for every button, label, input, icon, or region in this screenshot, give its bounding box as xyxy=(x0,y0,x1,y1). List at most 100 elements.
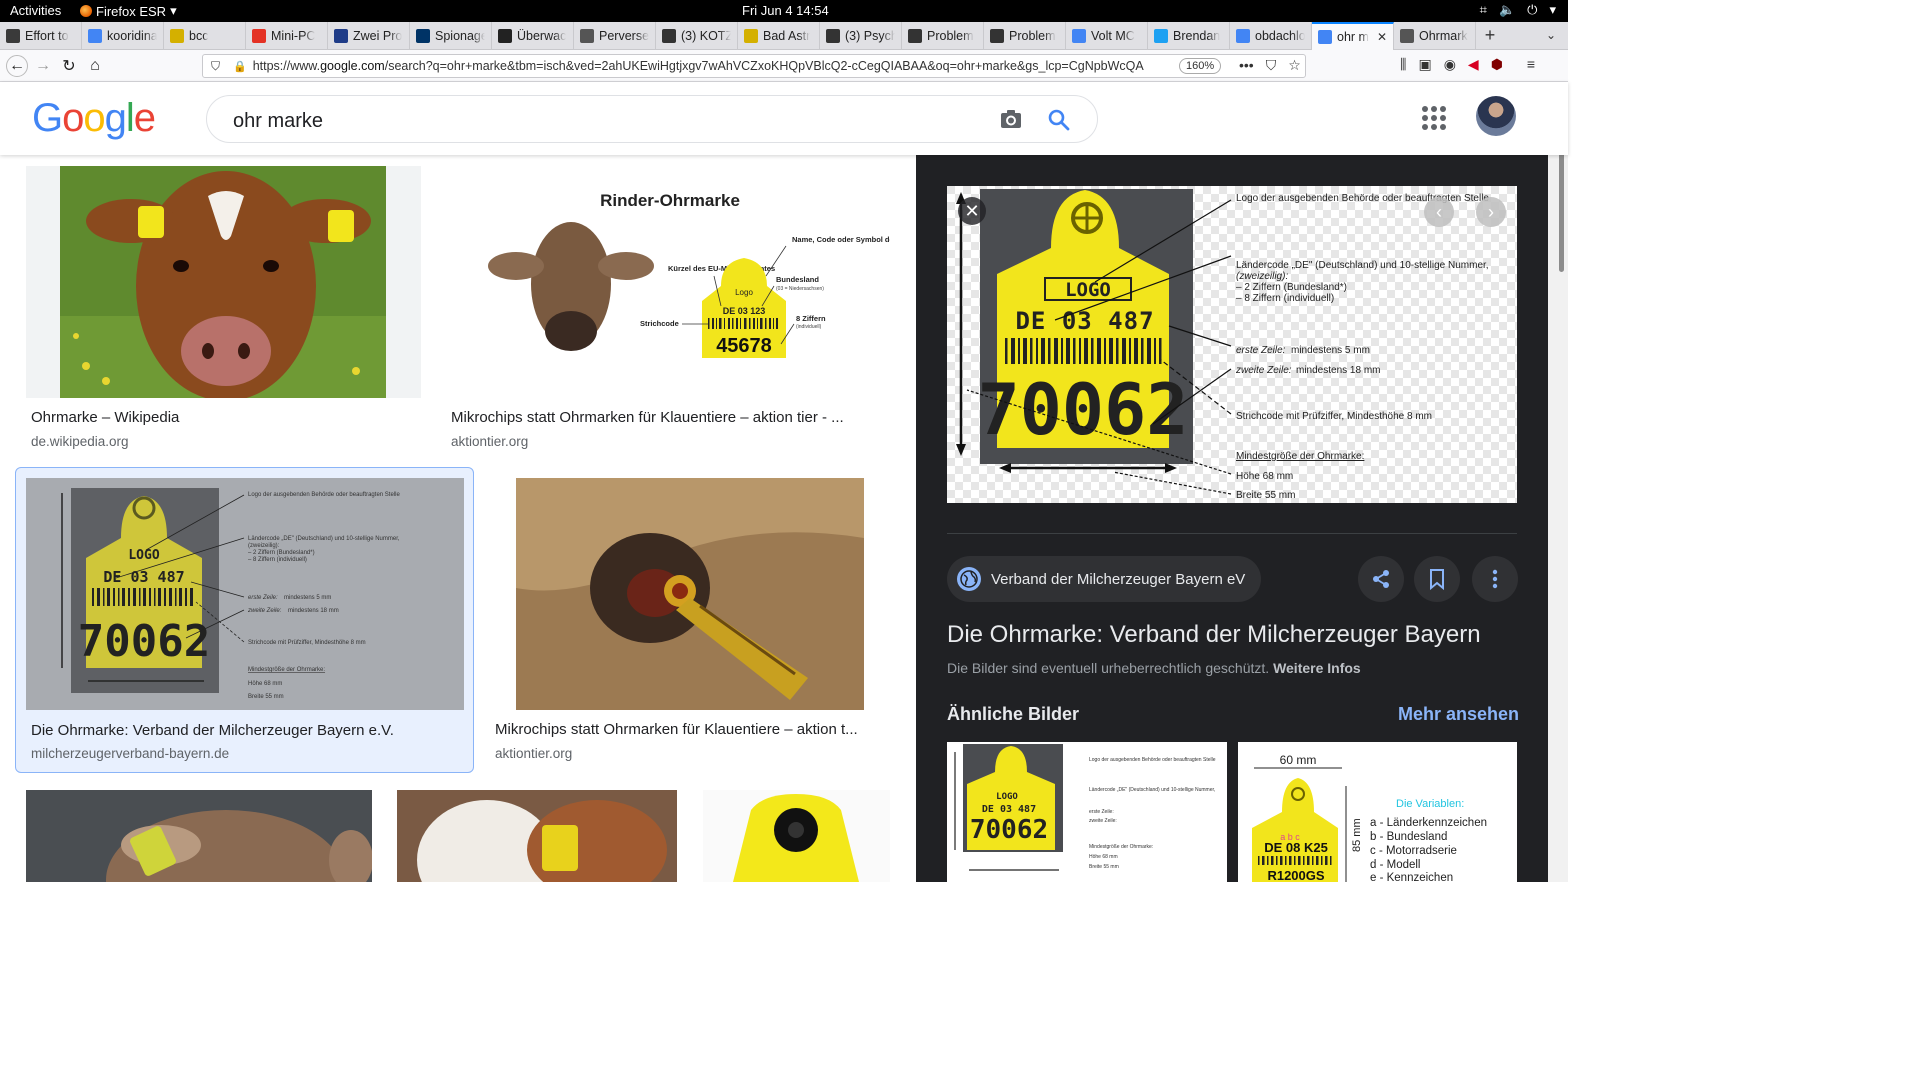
share-button[interactable] xyxy=(1358,556,1404,602)
svg-text:70062: 70062 xyxy=(78,616,210,667)
share-icon xyxy=(1373,570,1389,588)
tab-label: Mini-PC xyxy=(271,29,316,43)
tab-3[interactable]: Mini-PC xyxy=(246,22,328,50)
result-thumbnail[interactable]: LOGO DE 03 487 70062 Logo der ausgebende… xyxy=(26,478,464,710)
result-thumbnail[interactable] xyxy=(26,790,372,882)
close-tab-icon[interactable]: ✕ xyxy=(1377,30,1387,44)
source-site-link[interactable]: Verband der Milcherzeuger Bayern eV xyxy=(947,556,1262,602)
tab-label: kooridina xyxy=(107,29,157,43)
pocket-icon[interactable]: ⛉ xyxy=(1266,57,1277,74)
zoom-indicator[interactable]: 160% xyxy=(1179,58,1222,74)
tab-11[interactable]: Problem xyxy=(902,22,984,50)
preview-title[interactable]: Die Ohrmarke: Verband der Milcherzeuger … xyxy=(947,621,1481,649)
scrollbar-thumb[interactable] xyxy=(1559,152,1564,272)
tab-4[interactable]: Zwei Pro xyxy=(328,22,410,50)
more-vert-icon xyxy=(1492,569,1498,589)
result-card[interactable]: Mikrochips statt Ohrmarken für Klauentie… xyxy=(490,478,890,768)
result-card[interactable] xyxy=(397,790,677,882)
result-title[interactable]: Mikrochips statt Ohrmarken für Klauentie… xyxy=(495,721,885,738)
search-input[interactable]: ohr marke xyxy=(233,110,323,133)
library-icon[interactable]: ⫼ xyxy=(1400,56,1406,73)
svg-text:8 Ziffern: 8 Ziffern xyxy=(796,314,826,323)
tab-14[interactable]: Brendan xyxy=(1148,22,1230,50)
tab-10[interactable]: (3) Psych xyxy=(820,22,902,50)
more-options-button[interactable] xyxy=(1472,556,1518,602)
previous-image-button[interactable]: ‹ xyxy=(1424,197,1454,227)
more-info-link[interactable]: Weitere Infos xyxy=(1273,660,1361,676)
camera-icon[interactable] xyxy=(999,108,1023,130)
tab-12[interactable]: Problem xyxy=(984,22,1066,50)
apps-grid-icon[interactable] xyxy=(1422,106,1446,130)
tab-list-icon[interactable]: ⌄ xyxy=(1546,28,1556,42)
result-title[interactable]: Die Ohrmarke: Verband der Milcherzeuger … xyxy=(31,722,461,739)
see-more-link[interactable]: Mehr ansehen xyxy=(1398,704,1519,725)
result-thumbnail[interactable]: Rinder-Ohrmarke Name, Code oder Symbol d… xyxy=(446,166,890,398)
result-thumbnail[interactable] xyxy=(26,166,421,398)
result-card[interactable] xyxy=(703,790,890,882)
reload-button[interactable]: ↻ xyxy=(58,55,80,77)
sidebar-icon[interactable]: ▣ xyxy=(1418,56,1431,73)
result-thumbnail[interactable] xyxy=(703,790,890,882)
search-icon[interactable] xyxy=(1047,108,1071,132)
svg-text:Höhe 68 mm: Höhe 68 mm xyxy=(1236,471,1293,482)
new-tab-button[interactable]: + xyxy=(1476,22,1504,49)
result-thumbnail[interactable] xyxy=(397,790,677,882)
result-card[interactable] xyxy=(26,790,372,882)
svg-text:mindestens 5 mm: mindestens 5 mm xyxy=(284,595,331,601)
tab-2[interactable]: bcc xyxy=(164,22,246,50)
tab-5[interactable]: Spionage xyxy=(410,22,492,50)
tab-13[interactable]: Volt MC xyxy=(1066,22,1148,50)
system-tray[interactable]: ⌗ 🔈 ⏻ ▾ xyxy=(1480,2,1556,18)
ublock-icon[interactable]: ⬢ xyxy=(1491,56,1503,73)
home-button[interactable]: ⌂ xyxy=(84,55,106,77)
menu-icon[interactable]: ≡ xyxy=(1527,56,1535,73)
tab-7[interactable]: Perverse xyxy=(574,22,656,50)
svg-text:– 8 Ziffern (individuell): – 8 Ziffern (individuell) xyxy=(1236,293,1334,304)
close-preview-button[interactable]: ✕ xyxy=(958,197,986,225)
search-box[interactable]: ohr marke xyxy=(206,95,1098,143)
page-scrollbar[interactable]: ▲ xyxy=(1548,82,1568,882)
tab-label: (3) Psych xyxy=(845,29,895,43)
result-title[interactable]: Ohrmarke – Wikipedia xyxy=(31,409,416,426)
result-thumbnail[interactable] xyxy=(490,478,890,710)
preview-image[interactable]: LOGO DE 03 487 70062 Logo der ausgebende… xyxy=(947,186,1517,503)
bookmark-star-icon[interactable]: ☆ xyxy=(1288,57,1301,74)
svg-text:erste Zeile:: erste Zeile: xyxy=(1089,809,1114,815)
tab-17[interactable]: Ohrmark xyxy=(1394,22,1476,50)
google-logo[interactable]: Google xyxy=(32,96,156,141)
result-card-selected[interactable]: LOGO DE 03 487 70062 Logo der ausgebende… xyxy=(15,467,474,773)
back-button[interactable]: ← xyxy=(6,55,28,77)
app-menu[interactable]: Firefox ESR ▾ xyxy=(80,3,177,19)
warn-icon xyxy=(662,29,676,43)
warn-icon xyxy=(990,29,1004,43)
result-card[interactable]: Ohrmarke – Wikipedia de.wikipedia.org xyxy=(26,166,421,456)
account-icon[interactable]: ◉ xyxy=(1444,56,1456,73)
tab-6[interactable]: Überwac xyxy=(492,22,574,50)
svg-text:Ländercode „DE" (Deutschland): Ländercode „DE" (Deutschland) und 10-ste… xyxy=(1089,787,1215,793)
tab-15[interactable]: obdachlo xyxy=(1230,22,1312,50)
avatar[interactable] xyxy=(1476,96,1516,136)
tab-label: obdachlo xyxy=(1255,29,1305,43)
megaphone-icon[interactable]: ◀ xyxy=(1468,56,1479,73)
bcc-icon xyxy=(170,29,184,43)
activities-button[interactable]: Activities xyxy=(10,3,61,18)
result-card[interactable]: Rinder-Ohrmarke Name, Code oder Symbol d… xyxy=(446,166,890,456)
tab-8[interactable]: (3) KOTZ xyxy=(656,22,738,50)
warn-icon xyxy=(908,29,922,43)
tab-9[interactable]: Bad Astr xyxy=(738,22,820,50)
tab-0[interactable]: Effort to xyxy=(0,22,82,50)
tab-1[interactable]: kooridina xyxy=(82,22,164,50)
similar-image-thumbnail[interactable]: LOGO DE 03 487 70062 Logo der ausgebende… xyxy=(947,742,1227,882)
page-actions-icon[interactable]: ••• xyxy=(1239,57,1254,74)
result-title[interactable]: Mikrochips statt Ohrmarken für Klauentie… xyxy=(451,409,885,426)
similar-image-thumbnail[interactable]: 60 mm a b c DE 08 K25 R1200GS 85 mm Die … xyxy=(1238,742,1517,882)
svg-text:a - Länderkennzeichen: a - Länderkennzeichen xyxy=(1370,817,1487,829)
address-bar[interactable]: ⛉ 🔒 https://www.google.com/search?q=ohr+… xyxy=(202,54,1306,78)
clock[interactable]: Fri Jun 4 14:54 xyxy=(742,3,829,18)
next-image-button[interactable]: › xyxy=(1476,197,1506,227)
copyright-notice: Die Bilder sind eventuell urheberrechtli… xyxy=(947,660,1361,676)
save-button[interactable] xyxy=(1414,556,1460,602)
tab-16[interactable]: ohr m ✕ xyxy=(1312,22,1394,50)
forward-button[interactable]: → xyxy=(32,55,54,77)
svg-text:R1200GS: R1200GS xyxy=(1267,868,1324,882)
